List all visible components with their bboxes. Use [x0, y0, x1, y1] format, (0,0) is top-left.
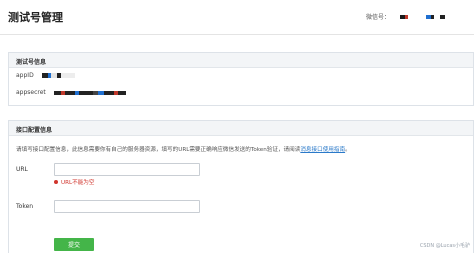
wechat-id-value-redacted	[400, 14, 446, 19]
watermark: CSDN @Lucas小毛驴	[419, 243, 470, 249]
submit-button[interactable]: 提交	[54, 238, 94, 251]
url-label: URL	[16, 166, 28, 173]
appid-row: appID	[16, 72, 75, 79]
page-header: 测试号管理 微信号：	[0, 0, 474, 36]
appsecret-value-redacted	[53, 90, 126, 95]
message-interface-guide-link[interactable]: 消息接口使用指南	[300, 147, 345, 153]
wechat-id-label: 微信号：	[366, 14, 391, 21]
error-icon	[54, 180, 58, 184]
appid-value-redacted	[41, 73, 75, 78]
appsecret-label: appsecret	[16, 89, 46, 96]
test-account-panel: 测试号信息 appID appsecret	[8, 52, 474, 106]
test-account-title: 测试号信息	[9, 53, 473, 68]
intro-end: 。	[345, 147, 351, 153]
interface-config-title: 接口配置信息	[9, 121, 473, 136]
url-input[interactable]	[54, 163, 200, 176]
interface-config-intro: 请填写接口配置信息，此信息需要你有自己的服务器资源，填写的URL需要正确响应微信…	[16, 145, 351, 153]
interface-config-panel: 接口配置信息 请填写接口配置信息，此信息需要你有自己的服务器资源，填写的URL需…	[8, 120, 474, 253]
url-error: URL不能为空	[54, 178, 94, 186]
url-error-text: URL不能为空	[61, 180, 95, 186]
token-input[interactable]	[54, 200, 200, 213]
intro-text: 请填写接口配置信息，此信息需要你有自己的服务器资源，填写的URL需要正确响应微信…	[16, 147, 301, 153]
header-divider	[0, 34, 474, 35]
wechat-id: 微信号：	[366, 12, 446, 21]
appsecret-row: appsecret	[16, 89, 126, 96]
page-title: 测试号管理	[8, 11, 63, 24]
appid-label: appID	[16, 72, 34, 79]
token-label: Token	[16, 203, 34, 210]
